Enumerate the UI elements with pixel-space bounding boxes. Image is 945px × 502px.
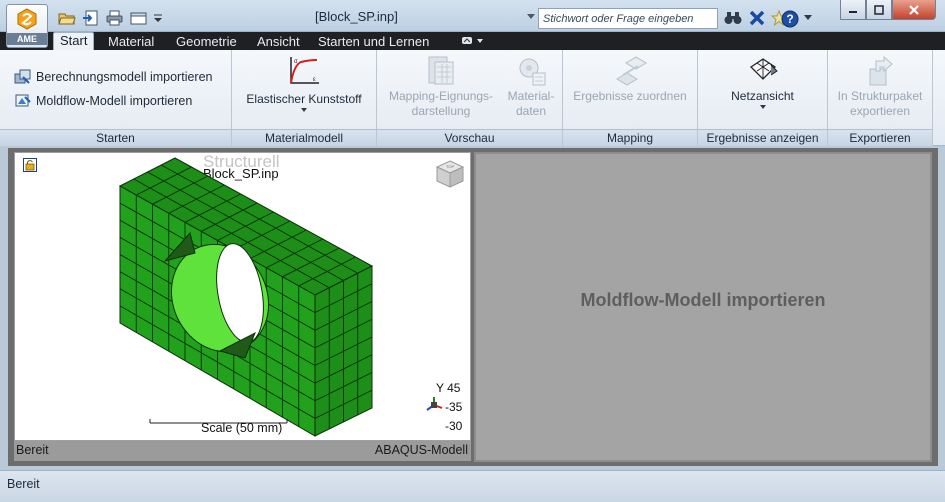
axis-z-label: -35 [445, 400, 463, 414]
panel-label-ergebnisse-anzeigen: Ergebnisse anzeigen [698, 129, 827, 146]
mesh-model[interactable] [15, 153, 471, 441]
axis-y-label: Y 45 [436, 381, 461, 395]
export-structure-package-button[interactable]: In Strukturpaket exportieren [828, 53, 932, 119]
tab-starten-und-lernen[interactable]: Starten und Lernen [318, 33, 429, 50]
mapping-suitability-label-2: darstellung [411, 104, 471, 118]
stress-strain-curve-icon: σ ε [290, 57, 319, 84]
moldflow-viewport[interactable]: Moldflow-Modell importieren [474, 152, 932, 462]
mesh-view-icon [749, 58, 778, 80]
material-data-button[interactable]: Material- daten [501, 53, 561, 119]
map-results-label: Ergebnisse zuordnen [573, 89, 687, 103]
mapping-suitability-button[interactable]: Mapping-Eignungs- darstellung [379, 53, 503, 119]
mapping-suitability-icon [428, 56, 454, 85]
status-bar: Bereit [0, 470, 945, 502]
help-dropdown-icon[interactable] [804, 14, 812, 22]
panel-ergebnisse-anzeigen: Netzansicht Ergebnisse anzeigen [698, 50, 828, 146]
svg-text:σ: σ [294, 59, 298, 65]
restore-icon [874, 4, 884, 15]
svg-text:?: ? [786, 12, 793, 26]
ribbon-minimize-icon[interactable] [461, 36, 485, 46]
mesh-view-label: Netzansicht [731, 89, 794, 103]
elastic-plastic-dropdown-icon[interactable] [301, 108, 307, 112]
window-title: [Block_SP.inp] [315, 9, 398, 24]
panel-starten: Berechnungsmodell importieren Moldflow-M… [0, 50, 232, 146]
open-icon[interactable] [58, 10, 76, 26]
binoculars-icon[interactable] [724, 10, 742, 26]
map-results-icon [616, 56, 647, 86]
mapping-suitability-label-1: Mapping-Eignungs- [388, 89, 494, 103]
tab-ansicht[interactable]: Ansicht [257, 33, 300, 50]
new-folder-icon[interactable] [130, 10, 147, 26]
material-data-label-1: Material- [507, 89, 555, 103]
import-moldflow-model-button[interactable]: Moldflow-Modell importieren [14, 92, 192, 110]
exchange-icon[interactable] [749, 10, 765, 26]
scale-label: Scale (50 mm) [201, 421, 283, 435]
panel-materialmodell: σ ε Elastischer Kunststoff Materialmodel… [232, 50, 377, 146]
close-button[interactable] [892, 0, 936, 20]
import-moldflow-model-label: Moldflow-Modell importieren [36, 94, 193, 108]
panel-vorschau: Mapping-Eignungs- darstellung Material- … [377, 50, 563, 146]
panel-label-mapping: Mapping [563, 129, 697, 146]
material-data-label-2: daten [515, 104, 547, 118]
axis-x-label: -30 [445, 419, 463, 433]
moldflow-placeholder-message: Moldflow-Modell importieren [580, 290, 826, 310]
app-button-label: AME [7, 33, 47, 45]
tab-start[interactable]: Start [53, 32, 95, 51]
restore-button[interactable] [866, 0, 892, 20]
app-logo-icon [17, 8, 37, 30]
panel-mapping: Ergebnisse zuordnen Mapping [563, 50, 698, 146]
title-bar: AME [Block_SP.inp] ? [0, 0, 945, 48]
import-icon[interactable] [82, 10, 98, 26]
structural-model-viewport[interactable]: Structurell Block_SP.inp TOP Scale (50 m… [14, 152, 471, 441]
import-analysis-model-button[interactable]: Berechnungsmodell importieren [14, 68, 212, 86]
ribbon: Berechnungsmodell importieren Moldflow-M… [0, 50, 945, 146]
help-icon[interactable]: ? [781, 10, 801, 28]
material-data-icon [519, 58, 546, 86]
panel-label-exportieren: Exportieren [828, 129, 932, 146]
panel-exportieren: In Strukturpaket exportieren Exportieren [828, 50, 933, 146]
mesh-view-dropdown-icon[interactable] [759, 105, 766, 109]
export-structure-package-icon [869, 55, 893, 86]
status-text: Bereit [7, 477, 40, 491]
mesh-view-button[interactable]: Netzansicht [698, 53, 827, 109]
viewport-status-left: Bereit [16, 443, 49, 457]
work-area: Structurell Block_SP.inp TOP Scale (50 m… [8, 148, 938, 466]
minimize-button[interactable] [840, 0, 866, 20]
print-icon[interactable] [106, 10, 123, 26]
close-icon [909, 4, 919, 15]
export-structure-package-label-2: exportieren [849, 104, 911, 118]
svg-text:ε: ε [313, 77, 316, 83]
quick-access-dropdown-icon[interactable] [153, 10, 163, 26]
import-analysis-model-label: Berechnungsmodell importieren [36, 70, 213, 84]
export-structure-package-label-1: In Strukturpaket [837, 89, 923, 103]
panel-label-starten: Starten [0, 129, 231, 146]
search-dropdown-icon[interactable] [527, 13, 535, 21]
elastic-plastic-button[interactable]: σ ε Elastischer Kunststoff [232, 55, 376, 112]
import-analysis-model-icon [14, 69, 31, 84]
ribbon-tabs: Start Material Geometrie Ansicht Starten… [0, 32, 945, 51]
search-input[interactable] [538, 8, 718, 29]
panel-label-vorschau: Vorschau [377, 129, 562, 146]
panel-label-materialmodell: Materialmodell [232, 129, 376, 146]
elastic-plastic-label: Elastischer Kunststoff [246, 92, 362, 106]
axis-triad-icon [426, 397, 443, 411]
minimize-icon [849, 10, 857, 13]
import-moldflow-model-icon [15, 94, 31, 107]
viewport-status-right: ABAQUS-Modell [374, 443, 468, 457]
tab-geometrie[interactable]: Geometrie [176, 33, 237, 50]
tab-material[interactable]: Material [108, 33, 154, 50]
map-results-button[interactable]: Ergebnisse zuordnen [563, 53, 697, 104]
application-menu-button[interactable]: AME [6, 4, 48, 48]
viewport-status-bar: Bereit ABAQUS-Modell [14, 441, 471, 461]
